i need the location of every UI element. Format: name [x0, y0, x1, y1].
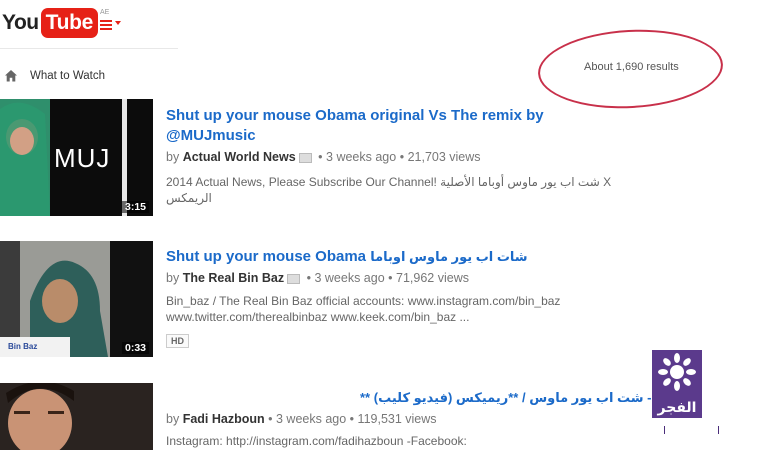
video-meta-1: by Actual World News • 3 weeks ago • 21,… [166, 150, 481, 164]
description-line: www.twitter.com/therealbinbaz www.keek.c… [166, 310, 470, 324]
separator: • [268, 412, 273, 426]
thumbnail-text: MUJ [54, 143, 111, 173]
channel-link[interactable]: The Real Bin Baz [183, 271, 284, 285]
view-count: 119,531 views [357, 412, 437, 426]
upload-age: 3 weeks ago [276, 412, 347, 426]
home-icon [5, 70, 17, 82]
upload-age: 3 weeks ago [314, 271, 385, 285]
video-thumbnail-3[interactable] [0, 383, 153, 450]
logo-region-code: AE [100, 9, 110, 16]
channel-link[interactable]: Actual World News [183, 150, 296, 164]
guide-menu-button[interactable] [100, 16, 124, 32]
watermark-emblem-icon [652, 350, 702, 398]
video-description-2: Bin_baz / The Real Bin Baz official acco… [166, 293, 560, 325]
video-thumbnail-1[interactable]: MUJ 3:15 [0, 99, 153, 216]
video-title-2[interactable]: Shut up your mouse Obama شات اب يور ماوس… [166, 247, 528, 267]
separator: • [306, 271, 311, 285]
by-label: by [166, 271, 180, 285]
by-label: by [166, 412, 180, 426]
video-description-1: 2014 Actual News, Please Subscribe Our C… [166, 174, 611, 206]
youtube-logo[interactable]: You Tube AE [2, 7, 109, 39]
results-count: About 1,690 results [584, 61, 679, 73]
video-duration: 3:15 [121, 201, 149, 213]
thumbnail-image [0, 241, 153, 357]
hd-badge: HD [166, 334, 189, 348]
view-count: 71,962 views [396, 271, 469, 285]
video-description-3: Instagram: http://instagram.com/fadihazb… [166, 433, 467, 449]
logo-you-text: You [2, 11, 39, 34]
verified-icon [298, 152, 312, 163]
thumbnail-image [0, 383, 153, 450]
watermark-logo: الفجر [652, 350, 702, 420]
video-meta-2: by The Real Bin Baz • 3 weeks ago • 71,9… [166, 271, 469, 285]
thumbnail-sign-text: Bin Baz [8, 342, 38, 351]
by-label: by [166, 150, 180, 164]
hamburger-bar [100, 28, 112, 30]
video-title-line: @MUJmusic [166, 127, 256, 144]
separator: • [399, 150, 405, 164]
chevron-down-icon [115, 21, 121, 25]
video-title-ar: شات اب يور ماوس اوباما [370, 249, 528, 264]
watermark-tick [664, 426, 665, 434]
video-duration: 0:33 [121, 342, 149, 354]
upload-age: 3 weeks ago [326, 150, 397, 164]
verified-icon [287, 273, 301, 284]
hamburger-bar [100, 24, 112, 26]
video-title-1[interactable]: Shut up your mouse Obama original Vs The… [166, 106, 544, 146]
video-title-en: Shut up your mouse Obama [166, 248, 367, 265]
description-line: 2014 Actual News, Please Subscribe Our C… [166, 175, 612, 189]
description-line: Instagram: http://instagram.com/fadihazb… [166, 434, 467, 448]
description-line: Bin_baz / The Real Bin Baz official acco… [166, 294, 561, 308]
separator: • [349, 412, 355, 426]
description-line: الريمكس [166, 191, 212, 205]
video-thumbnail-2[interactable]: Bin Baz 0:33 [0, 241, 153, 357]
watermark-tick [718, 426, 719, 434]
separator: • [388, 271, 393, 285]
logo-tube-text: Tube [40, 8, 99, 38]
channel-link[interactable]: Fadi Hazboun [183, 412, 265, 426]
nav-what-to-watch[interactable]: What to Watch [30, 70, 105, 82]
video-title-3[interactable]: ** أوباما - شت اب يور ماوس / **ريميكس (ف… [360, 388, 690, 408]
separator: • [318, 150, 323, 164]
view-count: 21,703 views [407, 150, 481, 164]
video-title-line: Shut up your mouse Obama original Vs The… [166, 107, 544, 124]
header-divider [0, 48, 178, 49]
video-meta-3: by Fadi Hazboun • 3 weeks ago • 119,531 … [166, 412, 437, 426]
hamburger-icon [100, 20, 112, 22]
watermark-text: الفجر [652, 396, 702, 418]
